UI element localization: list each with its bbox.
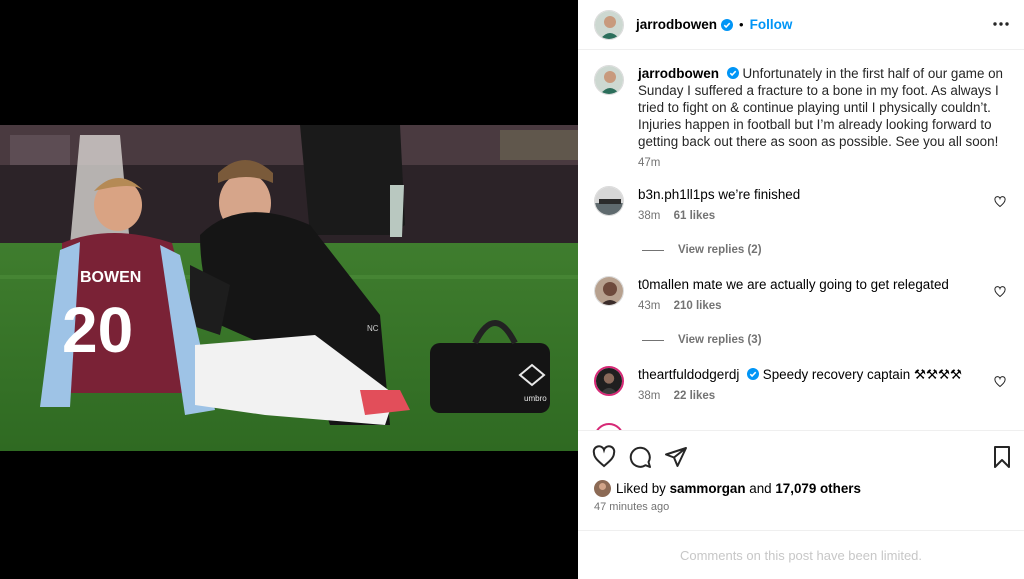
commenter-avatar[interactable] [594,186,624,216]
comment-likes[interactable]: 210 likes [674,300,722,312]
commenter-username[interactable]: t0mallen [638,277,689,292]
liker-avatar[interactable] [594,480,611,497]
heart-icon[interactable] [994,376,1006,388]
avatar-image [594,480,611,497]
verified-icon [747,368,760,380]
follow-button[interactable]: Follow [750,17,793,32]
liked-by-prefix: Liked by [616,481,666,496]
save-icon[interactable] [990,445,1014,469]
replies-line [642,339,664,341]
commenter-avatar[interactable] [594,423,624,430]
comment-text: mate we are actually going to get relega… [692,277,949,292]
action-bar [578,430,1024,478]
comment-time: 38m [638,210,661,222]
hammer-emoji: ⚒⚒⚒⚒ [913,367,962,382]
commenter-username[interactable]: theartfuldodgerdj [638,367,739,382]
comment-icon[interactable] [628,445,652,469]
post-timestamp[interactable]: 47 minutes ago [594,501,669,513]
caption-time: 47m [638,157,661,169]
jacket-initials: NC [367,324,379,333]
comments-limited-notice: Comments on this post have been limited. [578,530,1024,579]
caption-avatar[interactable] [594,65,624,95]
comments-section[interactable]: jarrodbowen Unfortunately in the first h… [578,51,1024,430]
liked-by: Liked by sammorgan and 17,079 others [594,480,861,497]
caption: jarrodbowen Unfortunately in the first h… [594,65,1004,172]
more-icon[interactable] [992,14,1010,34]
post-header: jarrodbowen • Follow [578,0,1024,50]
avatar-image [595,10,623,39]
post-media: umbro BOWEN 20 NC [0,0,578,579]
verified-icon [721,18,734,31]
view-replies-label: View replies (3) [678,334,762,346]
comment-likes[interactable]: 61 likes [674,210,716,222]
avatar-image [595,66,623,94]
comment-item: t0mallen mate we are actually going to g… [594,276,1014,315]
heart-icon[interactable] [994,286,1006,298]
comment-likes[interactable]: 22 likes [674,390,716,402]
verified-icon [726,67,739,79]
comment-item: theartfuldodgerdj Speedy recovery captai… [594,366,1014,405]
share-icon[interactable] [664,445,688,469]
post-photo[interactable]: umbro BOWEN 20 NC [0,125,578,451]
caption-username[interactable]: jarrodbowen [638,66,719,81]
author-avatar[interactable] [594,9,624,40]
comment-text: Speedy recovery captain [762,367,911,382]
separator-dot: • [739,17,744,32]
caption-text: jarrodbowen Unfortunately in the first h… [638,65,1004,172]
comment-time: 43m [638,300,661,312]
author-username[interactable]: jarrodbowen [636,17,717,32]
avatar-image [595,277,623,305]
like-heart-icon[interactable] [592,445,616,469]
liked-by-joiner: and [749,481,772,496]
view-replies-label: View replies (2) [678,244,762,256]
jersey-name: BOWEN [80,269,141,286]
commenter-avatar[interactable] [594,366,624,396]
comment-time: 38m [638,390,661,402]
view-replies-button[interactable]: View replies (2) [642,244,762,256]
avatar-image [595,187,623,215]
jersey-number: 20 [62,294,133,366]
liked-by-user[interactable]: sammorgan [670,481,746,496]
bag-brand: umbro [524,394,547,403]
liked-by-others[interactable]: 17,079 others [775,481,861,496]
replies-line [642,249,664,251]
post-photo-image: umbro BOWEN 20 NC [0,125,578,451]
post-details-panel: jarrodbowen • Follow jarrodbowen Unfortu… [578,0,1024,579]
comment-item: b3n.ph1ll1ps we’re finished 38m 61 likes [594,186,1014,225]
commenter-avatar[interactable] [594,276,624,306]
heart-icon[interactable] [994,196,1006,208]
instagram-post-modal: umbro BOWEN 20 NC jarrodbowen • Follow j… [0,0,1024,579]
commenter-username[interactable]: b3n.ph1ll1ps [638,187,715,202]
comment-text: we’re finished [718,187,801,202]
avatar-image [596,368,622,394]
view-replies-button[interactable]: View replies (3) [642,334,762,346]
